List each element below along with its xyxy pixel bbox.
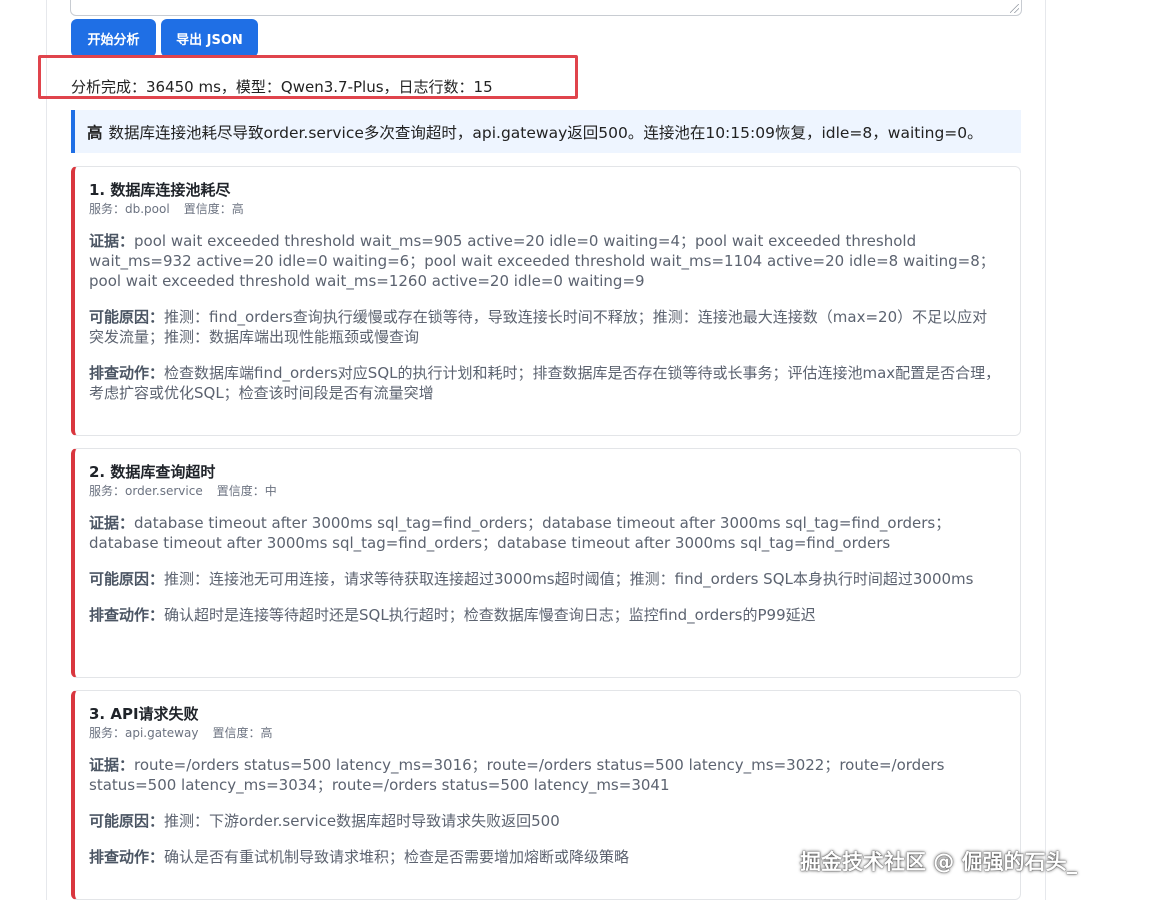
export-json-button[interactable]: 导出 JSON (161, 19, 258, 57)
watermark: 掘金技术社区 @ 倔强的石头_ (800, 850, 1078, 874)
action-text: 确认超时是连接等待超时还是SQL执行超时；检查数据库慢查询日志；监控find_o… (164, 606, 816, 624)
log-input-textarea[interactable] (70, 0, 1022, 16)
summary-banner: 高 数据库连接池耗尽导致order.service多次查询超时，api.gate… (71, 110, 1021, 153)
issue-meta: 服务：order.service 置信度：中 (89, 483, 1006, 499)
action-text: 确认是否有重试机制导致请求堆积；检查是否需要增加熔断或降级策略 (164, 848, 630, 866)
evidence-label: 证据： (89, 232, 135, 250)
status-highlight-box (38, 55, 578, 99)
issue-cause: 可能原因：推测：连接池无可用连接，请求等待获取连接超过3000ms超时阈值；推测… (89, 569, 1006, 589)
cause-label: 可能原因： (89, 308, 165, 326)
issue-evidence: 证据：route=/orders status=500 latency_ms=3… (89, 755, 1006, 795)
action-label: 排查动作： (89, 364, 165, 382)
issue-meta: 服务：db.pool 置信度：高 (89, 201, 1006, 217)
issue-evidence: 证据：database timeout after 3000ms sql_tag… (89, 513, 1006, 553)
issue-action: 排查动作：检查数据库端find_orders对应SQL的执行计划和耗时；排查数据… (89, 363, 1006, 403)
issue-confidence: 置信度：高 (183, 202, 244, 216)
evidence-text: database timeout after 3000ms sql_tag=fi… (89, 514, 951, 552)
evidence-label: 证据： (89, 756, 135, 774)
start-analysis-button[interactable]: 开始分析 (71, 19, 156, 57)
summary-text: 数据库连接池耗尽导致order.service多次查询超时，api.gatewa… (108, 123, 983, 142)
issue-confidence: 置信度：中 (216, 484, 277, 498)
evidence-label: 证据： (89, 514, 135, 532)
evidence-text: pool wait exceeded threshold wait_ms=905… (89, 232, 995, 290)
issue-title: 3. API请求失败 (89, 705, 199, 723)
issue-card: 1. 数据库连接池耗尽 服务：db.pool 置信度：高 证据：pool wait… (71, 166, 1021, 436)
issue-service: 服务：order.service (89, 484, 203, 498)
issue-action: 排查动作：确认超时是连接等待超时还是SQL执行超时；检查数据库慢查询日志；监控f… (89, 605, 1006, 625)
issue-meta: 服务：api.gateway 置信度：高 (89, 725, 1006, 741)
cause-text: 推测：下游order.service数据库超时导致请求失败返回500 (164, 812, 560, 830)
action-label: 排查动作： (89, 848, 165, 866)
issue-service: 服务：api.gateway (89, 726, 199, 740)
issue-service: 服务：db.pool (89, 202, 170, 216)
evidence-text: route=/orders status=500 latency_ms=3016… (89, 756, 945, 794)
issue-evidence: 证据：pool wait exceeded threshold wait_ms=… (89, 231, 1006, 291)
issue-card: 2. 数据库查询超时 服务：order.service 置信度：中 证据：data… (71, 448, 1021, 678)
cause-label: 可能原因： (89, 812, 165, 830)
issue-confidence: 置信度：高 (212, 726, 273, 740)
issue-title: 1. 数据库连接池耗尽 (89, 181, 231, 199)
cause-text: 推测：连接池无可用连接，请求等待获取连接超过3000ms超时阈值；推测：find… (164, 570, 974, 588)
cause-text: 推测：find_orders查询执行缓慢或存在锁等待，导致连接长时间不释放；推测… (89, 308, 988, 346)
issue-cause: 可能原因：推测：find_orders查询执行缓慢或存在锁等待，导致连接长时间不… (89, 307, 1006, 347)
action-label: 排查动作： (89, 606, 165, 624)
action-text: 检查数据库端find_orders对应SQL的执行计划和耗时；排查数据库是否存在… (89, 364, 1001, 402)
cause-label: 可能原因： (89, 570, 165, 588)
issue-title: 2. 数据库查询超时 (89, 463, 216, 481)
issue-cause: 可能原因：推测：下游order.service数据库超时导致请求失败返回500 (89, 811, 1006, 831)
resize-grip-icon[interactable] (1010, 4, 1019, 13)
summary-severity: 高 (87, 123, 103, 142)
